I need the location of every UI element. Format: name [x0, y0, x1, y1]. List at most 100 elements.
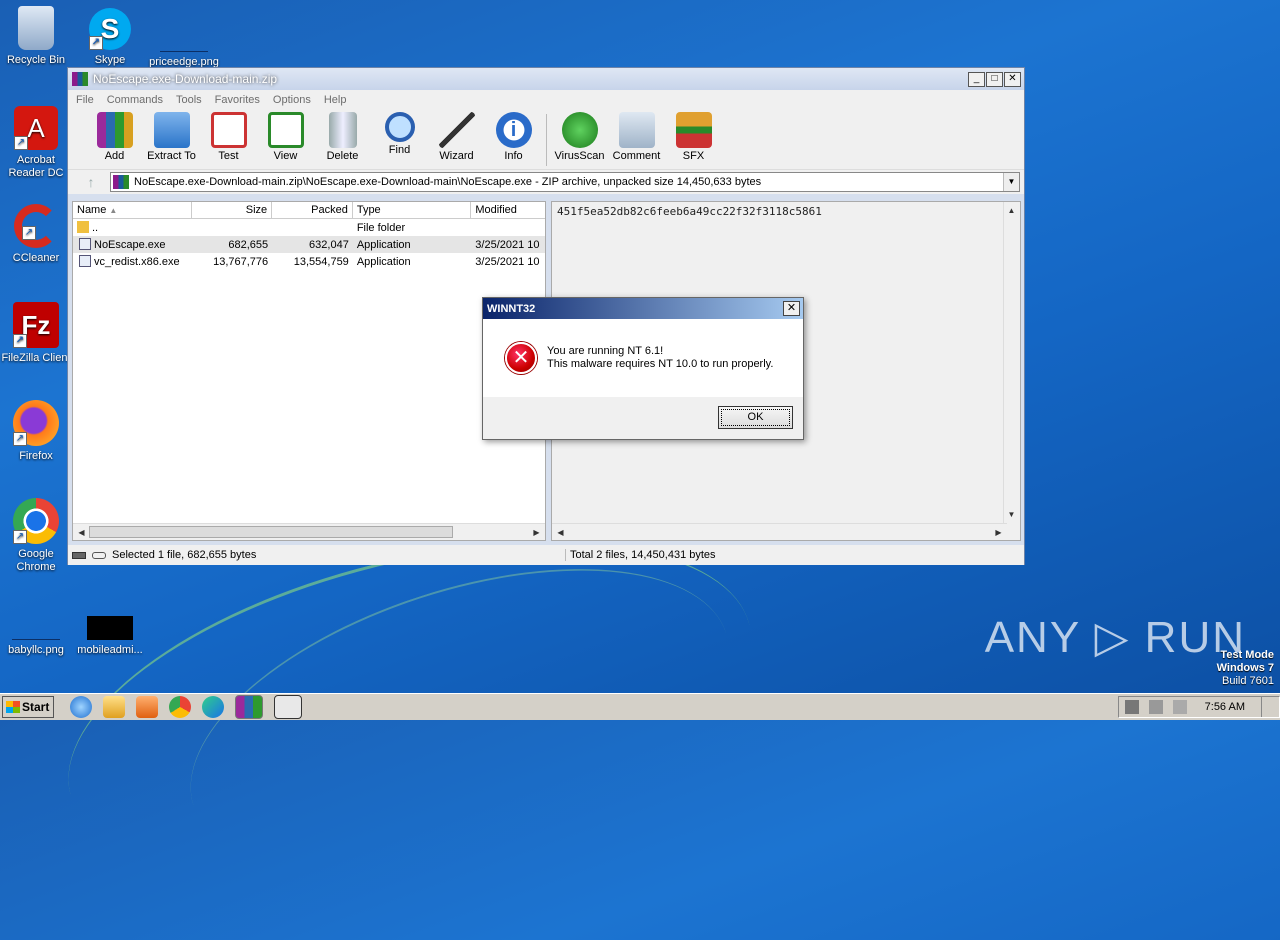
- desktop-icon-label: Acrobat Reader DC: [8, 154, 64, 179]
- menu-tools[interactable]: Tools: [176, 94, 202, 106]
- desktop-icon-label: Firefox: [19, 450, 53, 462]
- ccleaner-icon: ↗: [14, 204, 58, 248]
- scroll-down-icon[interactable]: ▼: [1005, 508, 1018, 521]
- skype-icon: S ↗: [89, 8, 131, 50]
- menu-commands[interactable]: Commands: [107, 94, 163, 106]
- desktop-icon-label: CCleaner: [12, 252, 60, 264]
- chrome-icon[interactable]: [169, 696, 191, 718]
- dialog-body: ✕ You are running NT 6.1! This malware r…: [483, 319, 803, 397]
- shortcut-arrow-icon: ↗: [22, 226, 36, 240]
- status-total: Total 2 files, 14,450,431 bytes: [570, 549, 716, 561]
- windows-logo-icon: [6, 701, 20, 713]
- ok-button[interactable]: OK: [718, 406, 793, 429]
- winnt32-taskbar-icon[interactable]: [274, 695, 302, 719]
- error-dialog: WINNT32 ✕ ✕ You are running NT 6.1! This…: [482, 297, 804, 440]
- shortcut-arrow-icon: ↗: [13, 334, 27, 348]
- address-path: NoEscape.exe-Download-main.zip\NoEscape.…: [134, 176, 762, 188]
- info-button[interactable]: i Info: [485, 110, 542, 162]
- media-player-icon[interactable]: [136, 696, 158, 718]
- up-folder-icon[interactable]: ↑: [72, 174, 110, 190]
- winrar-taskbar-icon[interactable]: [235, 695, 263, 719]
- internet-explorer-icon[interactable]: [70, 696, 92, 718]
- image-file-icon: [12, 596, 60, 640]
- find-button[interactable]: Find: [371, 110, 428, 156]
- horizontal-scrollbar[interactable]: ◀ ▶: [73, 523, 545, 540]
- table-row[interactable]: NoEscape.exe 682,655 632,047 Application…: [73, 236, 545, 253]
- desktop-icon-acrobat[interactable]: A ↗ Acrobat Reader DC: [0, 106, 74, 180]
- maximize-button[interactable]: □: [986, 71, 1003, 87]
- window-titlebar[interactable]: NoEscape.exe-Download-main.zip _ □ ✕: [68, 68, 1024, 90]
- chrome-icon: ↗: [13, 498, 59, 544]
- file-list[interactable]: Name ▲ Size Packed Type Modified .. File…: [72, 201, 546, 541]
- speaker-icon[interactable]: [1172, 700, 1187, 714]
- scroll-right-icon[interactable]: ▶: [992, 526, 1005, 539]
- menu-help[interactable]: Help: [324, 94, 347, 106]
- window-title: NoEscape.exe-Download-main.zip: [93, 72, 278, 86]
- firefox-icon: ↗: [13, 400, 59, 446]
- file-list-headers: Name ▲ Size Packed Type Modified: [73, 202, 545, 219]
- menu-favorites[interactable]: Favorites: [215, 94, 260, 106]
- start-button[interactable]: Start: [2, 696, 54, 718]
- desktop-icon-label: babyllc.png: [8, 644, 64, 656]
- desktop-icon-recycle-bin[interactable]: Recycle Bin: [0, 6, 74, 67]
- scroll-left-icon[interactable]: ◀: [554, 526, 567, 539]
- desktop-icon-priceedge[interactable]: priceedge.png: [146, 8, 222, 69]
- magic-wand-icon: [438, 112, 475, 148]
- info-icon: i: [495, 112, 532, 148]
- toolbar: Add Extract To Test View Delete Find Wiz…: [68, 110, 1024, 170]
- chevron-down-icon[interactable]: ▼: [1003, 173, 1019, 191]
- dialog-close-button[interactable]: ✕: [783, 301, 800, 316]
- column-packed[interactable]: Packed: [272, 202, 353, 218]
- desktop-icon-chrome[interactable]: ↗ Google Chrome: [0, 498, 74, 574]
- address-field[interactable]: NoEscape.exe-Download-main.zip\NoEscape.…: [110, 172, 1020, 192]
- desktop-icon-skype[interactable]: S ↗ Skype: [72, 8, 148, 67]
- column-type[interactable]: Type: [353, 202, 472, 218]
- clipboard-check-icon: [210, 112, 247, 148]
- column-size[interactable]: Size: [192, 202, 273, 218]
- scroll-left-icon[interactable]: ◀: [75, 526, 88, 539]
- scroll-up-icon[interactable]: ▲: [1005, 204, 1018, 217]
- column-name[interactable]: Name ▲: [73, 202, 193, 218]
- winrar-app-icon: [72, 72, 88, 86]
- comment-button[interactable]: Comment: [608, 110, 665, 162]
- address-bar: ↑ NoEscape.exe-Download-main.zip\NoEscap…: [68, 170, 1024, 194]
- show-desktop-button[interactable]: [1261, 697, 1273, 717]
- table-row[interactable]: vc_redist.x86.exe 13,767,776 13,554,759 …: [73, 253, 545, 270]
- minimize-button[interactable]: _: [968, 71, 985, 87]
- desktop-icon-firefox[interactable]: ↗ Firefox: [0, 400, 74, 463]
- desktop-icon-babyllc[interactable]: babyllc.png: [0, 596, 74, 657]
- horizontal-scrollbar[interactable]: ◀ ▶: [552, 523, 1007, 540]
- network-icon[interactable]: [1148, 700, 1163, 714]
- sfx-button[interactable]: SFX: [665, 110, 722, 162]
- status-bar: Selected 1 file, 682,655 bytes Total 2 f…: [68, 545, 1024, 565]
- action-center-flag-icon[interactable]: [1124, 700, 1139, 714]
- scroll-right-icon[interactable]: ▶: [530, 526, 543, 539]
- dialog-message-line1: You are running NT 6.1!: [547, 345, 664, 357]
- delete-button[interactable]: Delete: [314, 110, 371, 162]
- table-row[interactable]: .. File folder: [73, 219, 545, 236]
- file-explorer-icon[interactable]: [103, 696, 125, 718]
- system-tray: 7:56 AM: [1117, 696, 1280, 718]
- taskbar: Start 7:56 AM: [0, 693, 1280, 720]
- wizard-button[interactable]: Wizard: [428, 110, 485, 162]
- edge-icon[interactable]: [202, 696, 224, 718]
- menu-options[interactable]: Options: [273, 94, 311, 106]
- error-icon: ✕: [505, 342, 537, 374]
- scrollbar-thumb[interactable]: [89, 526, 453, 538]
- column-modified[interactable]: Modified: [471, 202, 545, 218]
- desktop-icon-ccleaner[interactable]: ↗ CCleaner: [0, 204, 74, 265]
- menu-file[interactable]: File: [76, 94, 94, 106]
- virusscan-button[interactable]: VirusScan: [551, 110, 608, 162]
- comment-icon: [618, 112, 655, 148]
- close-button[interactable]: ✕: [1004, 71, 1021, 87]
- view-button[interactable]: View: [257, 110, 314, 162]
- extract-to-button[interactable]: Extract To: [143, 110, 200, 162]
- desktop-icon-mobileadmin[interactable]: mobileadmi...: [72, 596, 148, 657]
- dialog-titlebar[interactable]: WINNT32 ✕: [483, 298, 803, 319]
- add-button[interactable]: Add: [86, 110, 143, 162]
- desktop-icon-filezilla[interactable]: Fz ↗ FileZilla Client: [0, 302, 74, 365]
- test-button[interactable]: Test: [200, 110, 257, 162]
- archive-comment-text: 451f5ea52db82c6feeb6a49cc22f32f3118c5861: [557, 205, 822, 218]
- clock[interactable]: 7:56 AM: [1205, 701, 1245, 713]
- vertical-scrollbar[interactable]: ▲ ▼: [1003, 202, 1020, 524]
